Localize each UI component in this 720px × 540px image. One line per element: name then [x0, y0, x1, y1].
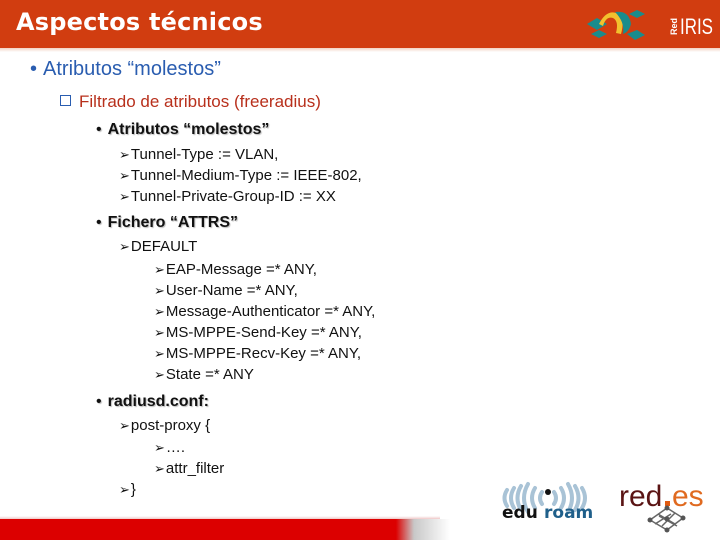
section-title-text: Atributos “molestos” — [107, 121, 270, 138]
list-item-text: Tunnel-Private-Group-ID := XX — [130, 188, 336, 205]
list-item-text: MS-MPPE-Recv-Key =* ANY, — [165, 345, 362, 362]
bullet-icon: • — [30, 58, 38, 80]
arrow-bullet-icon: ➢ — [154, 461, 165, 476]
list-item-text: MS-MPPE-Send-Key =* ANY, — [165, 324, 362, 341]
rediris-logo-icon: Red IRIS — [587, 10, 713, 40]
section-title-atributos: • Atributos “molestos” — [96, 121, 269, 139]
list-item: ➢Tunnel-Medium-Type := IEEE-802, — [119, 167, 362, 184]
arrow-bullet-icon: ➢ — [119, 147, 130, 162]
redes-text-red: red — [619, 480, 662, 513]
list-item-text: …. — [165, 439, 186, 456]
slide-header: Aspectos técnicos Red IRIS — [0, 0, 720, 48]
list-subitem: ➢…. — [154, 439, 185, 456]
redes-text-es: es — [672, 480, 704, 513]
eduroam-logo-icon: edu roam — [502, 482, 593, 522]
list-item-text: Message-Authenticator =* ANY, — [165, 303, 376, 320]
rediris-logo-iris: IRIS — [680, 14, 713, 39]
list-subitem: ➢MS-MPPE-Send-Key =* ANY, — [154, 324, 362, 341]
arrow-bullet-icon: ➢ — [154, 304, 165, 319]
arrow-bullet-icon: ➢ — [119, 418, 130, 433]
arrow-bullet-icon: ➢ — [119, 168, 130, 183]
checkbox-square-icon — [60, 95, 71, 106]
list-item-text: EAP-Message =* ANY, — [165, 261, 317, 278]
eduroam-text-roam: roam — [544, 503, 593, 522]
arrow-bullet-icon: ➢ — [154, 325, 165, 340]
arrow-bullet-icon: ➢ — [119, 482, 130, 497]
list-subitem: ➢MS-MPPE-Recv-Key =* ANY, — [154, 345, 361, 362]
list-item-text: post-proxy { — [130, 417, 211, 434]
arrow-bullet-icon: ➢ — [119, 189, 130, 204]
arrow-bullet-icon: ➢ — [154, 262, 165, 277]
eduroam-text-edu: edu — [502, 503, 538, 522]
list-subitem: ➢Message-Authenticator =* ANY, — [154, 303, 375, 320]
list-item-text: Tunnel-Medium-Type := IEEE-802, — [130, 167, 362, 184]
section-title-fichero: • Fichero “ATTRS” — [96, 214, 238, 232]
section-title-radiusd: • radiusd.conf: — [96, 393, 209, 411]
header-shadow — [0, 48, 720, 52]
rediris-logo-red: Red — [669, 18, 679, 35]
bullet-icon: • — [96, 121, 102, 138]
level2-text: Filtrado de atributos (freeradius) — [79, 92, 321, 111]
bullet-icon: • — [96, 393, 102, 410]
list-subitem: ➢attr_filter — [154, 460, 224, 477]
list-item: ➢post-proxy { — [119, 417, 210, 434]
bullet-icon: • — [96, 214, 102, 231]
list-item-text: } — [130, 481, 136, 498]
list-subitem: ➢State =* ANY — [154, 366, 254, 383]
footer-bar — [0, 519, 450, 540]
list-item-text: DEFAULT — [130, 238, 198, 255]
section-title-text: Fichero “ATTRS” — [107, 214, 238, 231]
list-item-text: attr_filter — [165, 460, 225, 477]
arrow-bullet-icon: ➢ — [119, 239, 130, 254]
section-title-text: radiusd.conf: — [107, 393, 209, 410]
arrow-bullet-icon: ➢ — [154, 440, 165, 455]
level2-bullet: Filtrado de atributos (freeradius) — [60, 92, 321, 112]
list-item: ➢Tunnel-Private-Group-ID := XX — [119, 188, 336, 205]
list-item: ➢} — [119, 481, 136, 498]
slide-title: Aspectos técnicos — [16, 8, 263, 36]
list-item: ➢Tunnel-Type := VLAN, — [119, 146, 278, 163]
level1-bullet: • Atributos “molestos” — [30, 58, 221, 81]
arrow-bullet-icon: ➢ — [154, 283, 165, 298]
arrow-bullet-icon: ➢ — [154, 346, 165, 361]
list-item-text: Tunnel-Type := VLAN, — [130, 146, 279, 163]
list-subitem: ➢EAP-Message =* ANY, — [154, 261, 317, 278]
list-item-text: User-Name =* ANY, — [165, 282, 298, 299]
list-item-text: State =* ANY — [165, 366, 254, 383]
list-item: ➢DEFAULT — [119, 238, 197, 255]
list-subitem: ➢User-Name =* ANY, — [154, 282, 298, 299]
level1-text: Atributos “molestos” — [43, 58, 221, 80]
redes-logo-icon: red es — [619, 480, 704, 533]
arrow-bullet-icon: ➢ — [154, 367, 165, 382]
